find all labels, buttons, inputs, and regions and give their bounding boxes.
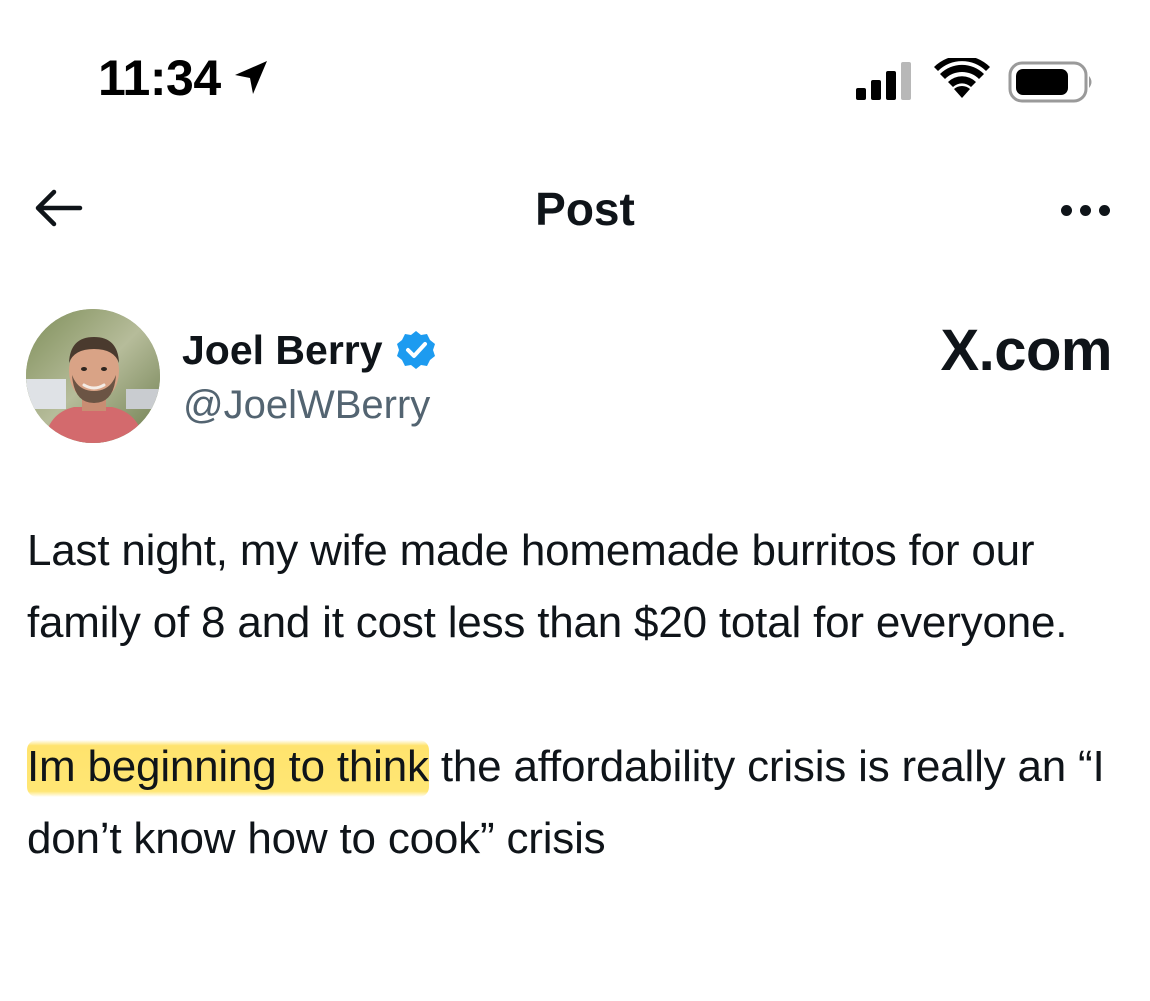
post-paragraph-2: Im beginning to think the affordability … (27, 731, 1137, 875)
author-name[interactable]: Joel Berry (182, 322, 383, 378)
author-handle[interactable]: @JoelWBerry (183, 378, 430, 432)
status-bar: 11:34 (0, 0, 1150, 150)
page-title: Post (535, 183, 635, 235)
cellular-signal-icon (856, 60, 918, 107)
post-body: Last night, my wife made homemade burrit… (27, 515, 1137, 875)
verified-badge-icon (395, 329, 437, 371)
wifi-icon (934, 55, 990, 105)
status-time: 11:34 (98, 50, 221, 106)
highlighted-text: Im beginning to think (27, 740, 429, 797)
status-time-group: 11:34 (98, 48, 271, 108)
location-arrow-icon (231, 58, 271, 98)
status-indicators (848, 55, 1108, 109)
avatar[interactable] (26, 309, 160, 443)
post-paragraph-1: Last night, my wife made homemade burrit… (27, 526, 1068, 647)
nav-header: Post (0, 165, 1150, 255)
more-horizontal-icon (1060, 204, 1110, 216)
battery-icon (1008, 60, 1096, 109)
author-name-row[interactable]: Joel Berry (182, 322, 437, 378)
more-options-button[interactable] (1050, 185, 1120, 235)
x-com-watermark: X.com (940, 318, 1112, 383)
